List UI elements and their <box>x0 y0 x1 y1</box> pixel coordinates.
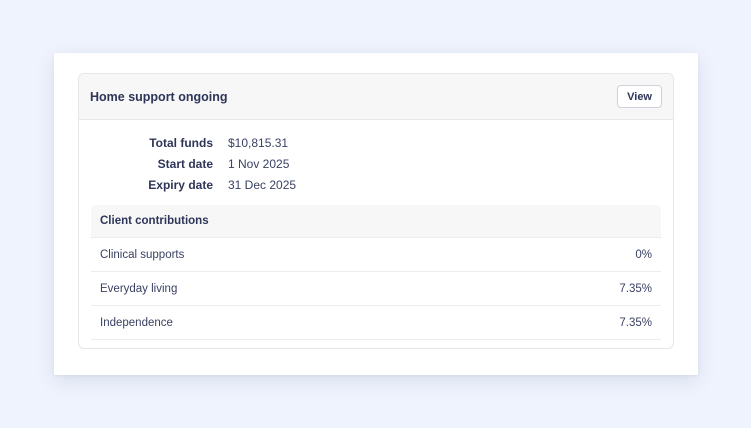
detail-row-start-date: Start date 1 Nov 2025 <box>79 153 673 174</box>
contribution-name: Everyday living <box>100 282 178 295</box>
detail-value: $10,815.31 <box>228 135 289 150</box>
contribution-name: Independence <box>100 316 173 329</box>
detail-label: Total funds <box>149 135 213 150</box>
detail-row-total-funds: Total funds $10,815.31 <box>79 132 673 153</box>
contributions-header: Client contributions <box>91 205 661 238</box>
contribution-value: 7.35% <box>619 316 652 329</box>
contribution-name: Clinical supports <box>100 248 185 261</box>
card-title: Home support ongoing <box>90 89 228 104</box>
detail-label: Start date <box>157 156 213 171</box>
package-card: Home support ongoing View Total funds $1… <box>78 73 674 349</box>
contribution-value: 0% <box>635 248 652 261</box>
table-row: Clinical supports 0% <box>91 238 661 272</box>
detail-value: 1 Nov 2025 <box>228 156 290 171</box>
contribution-value: 7.35% <box>619 282 652 295</box>
card-header: Home support ongoing View <box>79 74 673 120</box>
content-panel: Home support ongoing View Total funds $1… <box>54 53 698 375</box>
detail-label: Expiry date <box>148 177 213 192</box>
detail-row-expiry-date: Expiry date 31 Dec 2025 <box>79 174 673 195</box>
view-button[interactable]: View <box>617 85 662 108</box>
table-row: Everyday living 7.35% <box>91 272 661 306</box>
detail-value: 31 Dec 2025 <box>228 177 297 192</box>
client-contributions-table: Client contributions Clinical supports 0… <box>91 205 661 340</box>
table-row: Independence 7.35% <box>91 306 661 340</box>
details-list: Total funds $10,815.31 Start date 1 Nov … <box>79 120 673 195</box>
